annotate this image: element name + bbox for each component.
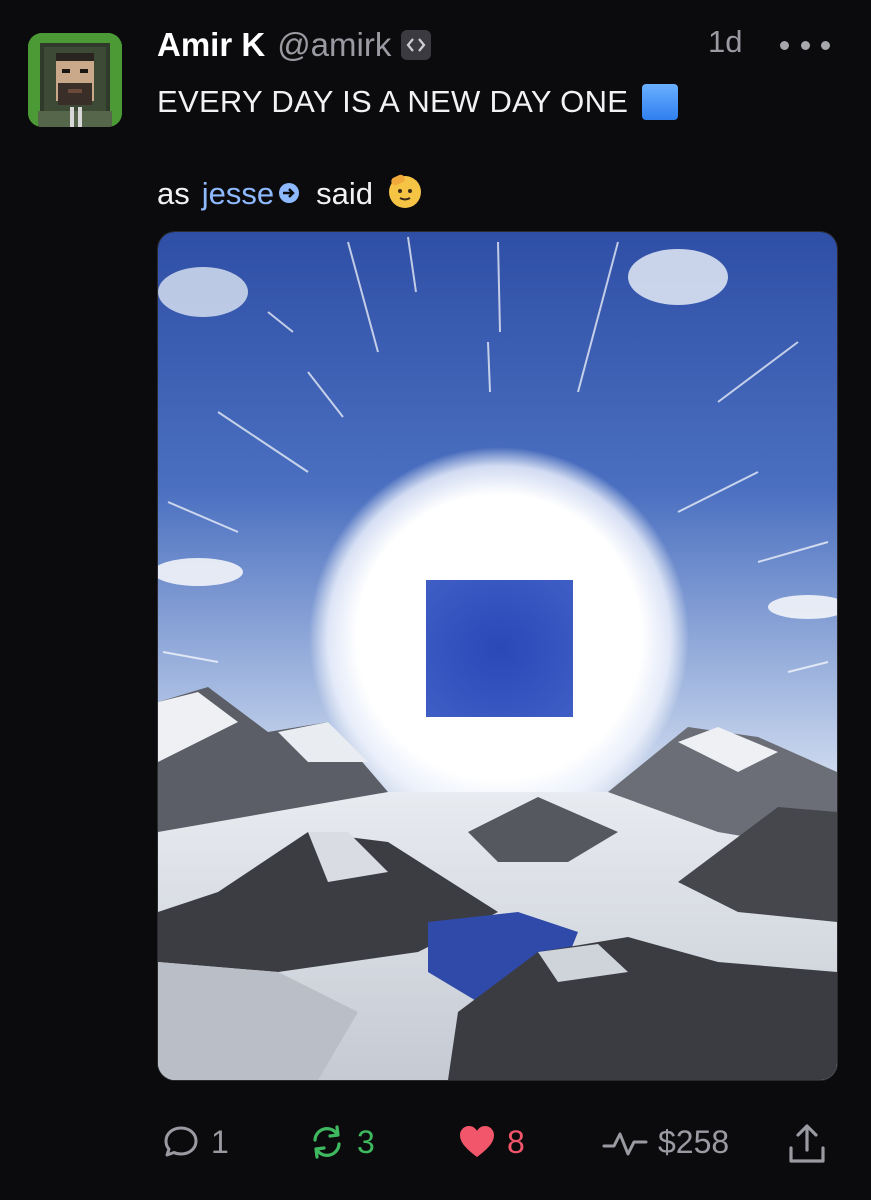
tip-button[interactable]: $258	[602, 1122, 729, 1162]
post-text-suffix: said	[316, 176, 373, 211]
code-brackets-badge-icon	[401, 30, 432, 60]
dot-icon	[800, 40, 810, 50]
tip-amount: $258	[658, 1123, 730, 1160]
recast-arrows-icon	[313, 1125, 341, 1159]
share-button[interactable]	[785, 1122, 829, 1166]
recast-count: 3	[357, 1123, 375, 1160]
dot-icon	[780, 40, 789, 50]
author-avatar[interactable]	[28, 33, 122, 127]
saluting-face-emoji-icon	[385, 170, 425, 218]
like-count: 8	[507, 1123, 525, 1160]
post-text-line-2: as jesse said	[157, 170, 425, 218]
share-upload-icon	[789, 1124, 825, 1163]
activity-pulse-icon	[602, 1132, 648, 1156]
recast-button[interactable]: 3	[307, 1122, 375, 1162]
post-text: EVERY DAY IS A NEW DAY ONE	[157, 84, 629, 119]
heart-icon	[460, 1126, 494, 1157]
comment-bubble-icon	[164, 1126, 198, 1157]
post-timestamp: 1d	[708, 24, 743, 59]
mention-link[interactable]: jesse	[202, 176, 274, 212]
author-handle[interactable]: @amirk	[277, 26, 391, 64]
power-badge-icon	[278, 176, 300, 212]
pixel-avatar-icon	[28, 33, 122, 127]
mountain-glow-image-icon	[158, 232, 837, 1080]
post-header: Amir K @amirk	[157, 22, 432, 68]
post-actions-bar: 1 3 8 $258	[157, 1122, 837, 1178]
cast-post[interactable]: Amir K @amirk 1d EVERY DAY IS A NEW DAY …	[0, 0, 871, 1200]
blue-square-emoji-icon	[642, 84, 679, 120]
reply-button[interactable]: 1	[161, 1122, 229, 1162]
author-display-name[interactable]: Amir K	[157, 26, 265, 64]
post-text-line-1: EVERY DAY IS A NEW DAY ONE	[157, 84, 679, 120]
more-options-button[interactable]	[780, 34, 830, 56]
like-button[interactable]: 8	[457, 1122, 525, 1162]
reply-count: 1	[211, 1123, 229, 1160]
dot-icon	[821, 40, 830, 50]
post-image[interactable]	[157, 231, 838, 1081]
post-text-prefix: as	[157, 176, 190, 211]
